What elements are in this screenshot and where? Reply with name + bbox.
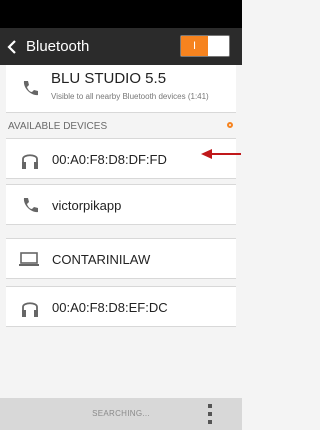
device-name: victorpikapp xyxy=(52,198,122,213)
available-devices-header: AVAILABLE DEVICES xyxy=(6,116,236,138)
action-bar: Bluetooth I xyxy=(0,28,242,65)
page-title: Bluetooth xyxy=(26,38,90,55)
searching-spinner-icon xyxy=(227,122,233,128)
phone-icon xyxy=(23,198,38,213)
paired-device-subtitle: Visible to all nearby Bluetooth devices … xyxy=(51,92,209,101)
phone-icon xyxy=(23,81,38,96)
device-item[interactable]: CONTARINILAW xyxy=(6,238,236,279)
chevron-left-icon xyxy=(7,39,16,54)
status-bar xyxy=(0,0,242,28)
device-name: 00:A0:F8:D8:DF:FD xyxy=(52,152,167,167)
device-name: 00:A0:F8:D8:EF:DC xyxy=(52,300,168,315)
paired-device-name: BLU STUDIO 5.5 xyxy=(51,70,167,87)
headphones-icon xyxy=(22,302,38,317)
headphones-icon xyxy=(22,154,38,169)
device-name: CONTARINILAW xyxy=(52,252,151,267)
overflow-menu-icon[interactable] xyxy=(203,403,217,425)
toggle-on-label: I xyxy=(181,36,208,56)
laptop-icon xyxy=(19,252,39,266)
device-item[interactable]: 00:A0:F8:D8:EF:DC xyxy=(6,286,236,327)
annotation-arrow-icon xyxy=(201,149,241,159)
bottom-bar: SEARCHING... xyxy=(0,398,242,430)
toggle-knob xyxy=(208,36,229,56)
available-devices-label: AVAILABLE DEVICES xyxy=(8,121,108,132)
paired-device-item[interactable]: BLU STUDIO 5.5 Visible to all nearby Blu… xyxy=(6,65,236,113)
device-item[interactable]: victorpikapp xyxy=(6,184,236,225)
bluetooth-toggle[interactable]: I xyxy=(180,35,230,57)
